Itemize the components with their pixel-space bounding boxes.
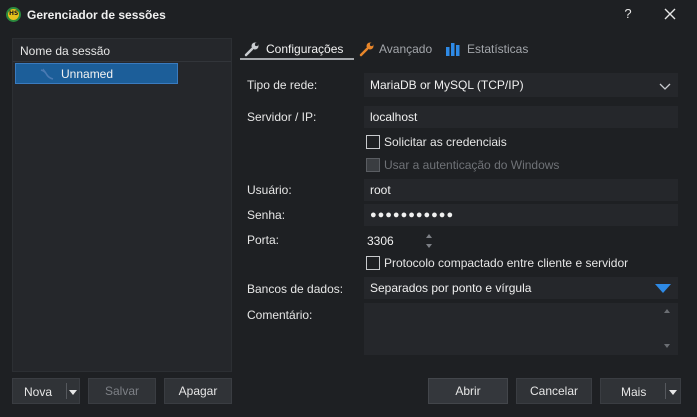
title-bar: HS Gerenciador de sessões ?: [0, 0, 697, 30]
bar-chart-icon: [445, 41, 461, 57]
password-mask: ●●●●●●●●●●●: [370, 209, 455, 221]
scroll-up-icon[interactable]: [664, 309, 670, 313]
comment-label: Comentário:: [247, 308, 313, 322]
delete-label: Apagar: [178, 384, 218, 398]
save-button[interactable]: Salvar: [88, 378, 156, 404]
cancel-label: Cancelar: [529, 384, 579, 398]
help-button[interactable]: ?: [620, 6, 636, 24]
windows-auth-label: Usar a autenticação do Windows: [384, 158, 560, 172]
server-value: localhost: [370, 110, 418, 124]
server-label: Servidor / IP:: [247, 110, 317, 124]
new-session-label: Nova: [24, 385, 53, 399]
mariadb-seal-icon: [40, 68, 54, 80]
wrench-icon: [244, 41, 260, 57]
tab-configuracoes-label: Configurações: [266, 42, 344, 56]
app-icon-text: HS: [9, 10, 19, 17]
settings-tabs: Configurações Avançado Estatísticas: [240, 38, 690, 62]
tree-column-header[interactable]: Nome da sessão: [13, 39, 231, 62]
databases-label: Bancos de dados:: [247, 282, 344, 296]
tab-avancado[interactable]: Avançado: [355, 38, 437, 60]
password-input[interactable]: ●●●●●●●●●●●: [364, 204, 678, 226]
dropdown-arrow-icon[interactable]: [655, 284, 671, 293]
user-label: Usuário:: [247, 183, 292, 197]
new-session-button[interactable]: Nova: [12, 378, 80, 404]
chevron-down-icon: [659, 80, 671, 90]
more-button[interactable]: Mais: [600, 378, 681, 404]
stepper-down-icon[interactable]: [426, 244, 432, 248]
compressed-protocol-label[interactable]: Protocolo compactado entre cliente e ser…: [384, 256, 628, 270]
network-type-label: Tipo de rede:: [247, 78, 318, 92]
cancel-button[interactable]: Cancelar: [516, 378, 592, 404]
tab-estatisticas-label: Estatísticas: [467, 42, 529, 56]
prompt-credentials-label[interactable]: Solicitar as credenciais: [384, 135, 507, 149]
tab-estatisticas[interactable]: Estatísticas: [441, 38, 531, 60]
network-type-select[interactable]: MariaDB or MySQL (TCP/IP): [364, 73, 678, 97]
windows-auth-checkbox[interactable]: [366, 158, 380, 172]
open-button[interactable]: Abrir: [428, 378, 508, 404]
user-value: root: [370, 183, 391, 197]
stepper-up-icon[interactable]: [426, 234, 432, 238]
prompt-credentials-checkbox[interactable]: [366, 135, 380, 149]
close-icon[interactable]: [660, 4, 680, 24]
password-label: Senha:: [247, 208, 286, 222]
compressed-protocol-checkbox[interactable]: [366, 256, 380, 270]
comment-textarea[interactable]: [364, 303, 678, 355]
delete-button[interactable]: Apagar: [164, 378, 232, 404]
tree-header-label: Nome da sessão: [20, 44, 111, 58]
scroll-down-icon[interactable]: [664, 344, 670, 348]
window-title: Gerenciador de sessões: [27, 8, 166, 22]
user-input[interactable]: root: [364, 179, 678, 201]
tab-configuracoes[interactable]: Configurações: [240, 38, 354, 60]
session-item-label: Unnamed: [61, 67, 114, 81]
heidisql-app-icon: HS: [6, 7, 21, 22]
more-label: Mais: [621, 385, 647, 399]
network-type-value: MariaDB or MySQL (TCP/IP): [370, 78, 524, 92]
dropdown-arrow-icon[interactable]: [669, 390, 677, 395]
port-stepper[interactable]: 3306: [364, 230, 434, 252]
port-value: 3306: [367, 234, 394, 248]
save-label: Salvar: [104, 384, 139, 398]
tab-avancado-label: Avançado: [379, 42, 433, 56]
button-split-divider: [66, 383, 67, 399]
session-item-unnamed[interactable]: Unnamed: [15, 63, 178, 84]
databases-input[interactable]: Separados por ponto e vírgula: [364, 277, 678, 299]
button-split-divider: [665, 383, 666, 399]
server-input[interactable]: localhost: [364, 106, 678, 128]
dropdown-arrow-icon[interactable]: [69, 390, 77, 395]
port-label: Porta:: [247, 233, 280, 247]
wrench-orange-icon: [359, 41, 375, 57]
open-label: Abrir: [455, 384, 481, 398]
session-tree[interactable]: Nome da sessão Unnamed: [12, 38, 232, 372]
databases-placeholder: Separados por ponto e vírgula: [370, 281, 532, 295]
